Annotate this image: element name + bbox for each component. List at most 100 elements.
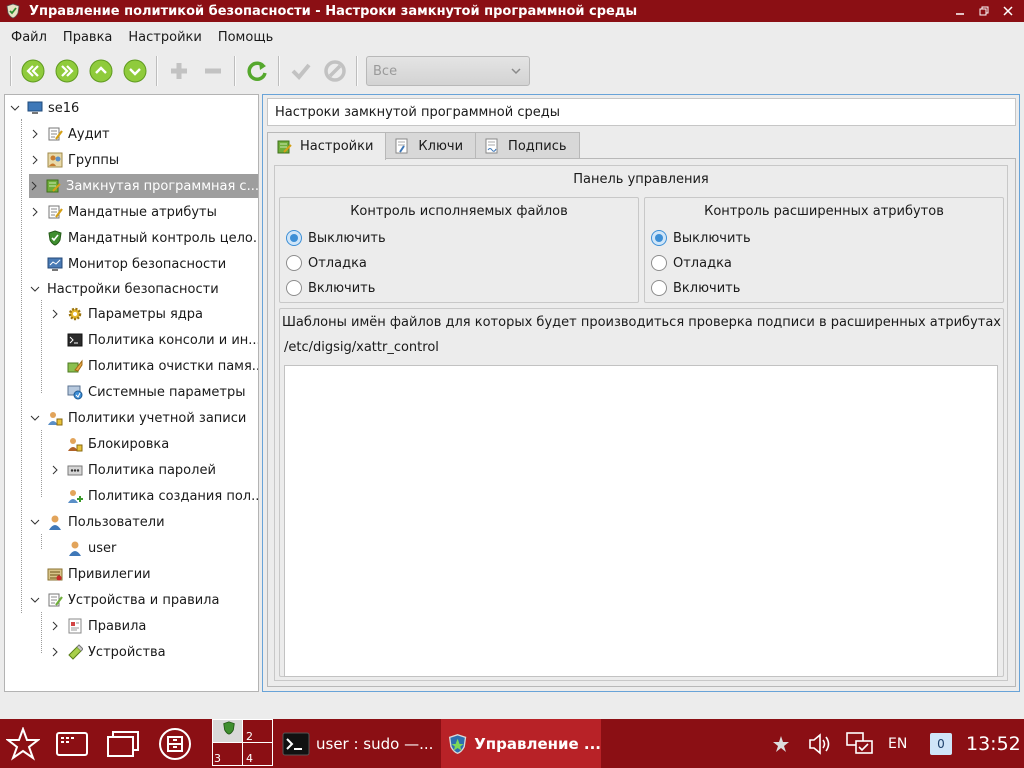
tree-node-audit[interactable]: Аудит xyxy=(29,122,258,146)
notifications-button[interactable]: 0 xyxy=(930,719,952,768)
tree-node-kernel-params[interactable]: Параметры ядра xyxy=(49,302,258,326)
collapse-arrow-icon[interactable] xyxy=(29,516,41,528)
apply-button[interactable] xyxy=(286,56,316,86)
network-button[interactable] xyxy=(846,719,876,768)
expand-arrow-icon[interactable] xyxy=(49,464,61,476)
file-manager-button[interactable] xyxy=(158,719,192,768)
keyboard-layout-indicator[interactable]: EN xyxy=(888,719,907,768)
remove-button[interactable] xyxy=(198,56,228,86)
minimize-button[interactable] xyxy=(948,1,972,21)
add-button[interactable] xyxy=(164,56,194,86)
favorites-button[interactable] xyxy=(772,719,790,768)
expand-arrow-icon[interactable] xyxy=(49,646,61,658)
tree-node-security-settings[interactable]: Настройки безопасности xyxy=(29,277,258,301)
expand-arrow-icon[interactable] xyxy=(29,206,41,218)
tree-node-console-policy[interactable]: Политика консоли и ин... xyxy=(67,328,258,352)
nav-first-button[interactable] xyxy=(18,56,48,86)
exec-debug-radio[interactable]: Отладка xyxy=(286,255,367,271)
tree-node-label: Привилегии xyxy=(68,566,151,582)
tree-node-closed-env[interactable]: Замкнутая программная с... xyxy=(29,174,258,198)
expand-arrow-icon[interactable] xyxy=(49,620,61,632)
notifications-count: 0 xyxy=(930,732,952,755)
cancel-button[interactable] xyxy=(320,56,350,86)
volume-icon xyxy=(809,732,830,755)
exec-off-radio[interactable]: Выключить xyxy=(286,230,386,246)
task-terminal[interactable]: user : sudo —... xyxy=(282,719,438,768)
tree-node-security-monitor[interactable]: Монитор безопасности xyxy=(47,252,258,276)
clock[interactable]: 13:52 xyxy=(966,719,1021,768)
exec-on-radio[interactable]: Включить xyxy=(286,280,375,296)
desktop-pager[interactable]: 2 3 4 xyxy=(212,719,274,768)
tree-node-label: Блокировка xyxy=(88,436,170,452)
collapse-arrow-icon[interactable] xyxy=(29,412,41,424)
volume-button[interactable] xyxy=(808,719,832,768)
desktop-2[interactable]: 2 xyxy=(242,719,273,743)
green-notepad-icon xyxy=(46,179,61,193)
nav-down-button[interactable] xyxy=(120,56,150,86)
down-arrow-icon xyxy=(123,59,147,83)
tree-node-users[interactable]: Пользователи xyxy=(29,510,258,534)
desktop-4[interactable]: 4 xyxy=(242,742,273,766)
refresh-button[interactable] xyxy=(242,56,272,86)
tab-settings[interactable]: Настройки xyxy=(267,132,387,160)
xattr-on-radio[interactable]: Включить xyxy=(651,280,740,296)
tree-node-mandatory-integrity[interactable]: Мандатный контроль цело... xyxy=(47,226,258,250)
menu-edit[interactable]: Правка xyxy=(56,30,121,45)
desktop-3[interactable]: 3 xyxy=(212,742,243,766)
tree-node-devices[interactable]: Устройства xyxy=(49,640,258,664)
task-security-policy[interactable]: Управление ... xyxy=(441,719,601,768)
xattr-off-radio[interactable]: Выключить xyxy=(651,230,751,246)
templates-textarea[interactable] xyxy=(284,365,998,677)
menu-settings[interactable]: Настройки xyxy=(121,30,210,45)
toolbar-separator xyxy=(278,56,280,86)
app-menu-button[interactable] xyxy=(56,719,90,768)
radio-button-checked[interactable] xyxy=(651,230,667,246)
show-windows-button[interactable] xyxy=(106,719,140,768)
tree-node-groups[interactable]: Группы xyxy=(29,148,258,172)
rules-document-icon xyxy=(68,618,82,634)
nav-up-button[interactable] xyxy=(86,56,116,86)
menu-file[interactable]: Файл xyxy=(4,30,56,45)
tree-node-label: Политика создания пол... xyxy=(88,488,259,504)
shield-icon xyxy=(48,230,62,246)
tree-node-memory-policy[interactable]: Политика очистки памя... xyxy=(67,354,258,378)
tree-node-label: Настройки безопасности xyxy=(47,281,219,297)
tree-node-creation-policy[interactable]: Политика создания пол... xyxy=(67,484,258,508)
collapse-arrow-icon[interactable] xyxy=(9,102,21,114)
tab-signature[interactable]: Подпись xyxy=(475,132,580,159)
tree-node-lockout[interactable]: Блокировка xyxy=(67,432,258,456)
chevron-down-icon xyxy=(511,68,521,75)
radio-button[interactable] xyxy=(651,255,667,271)
tab-keys[interactable]: Ключи xyxy=(385,132,477,159)
radio-button[interactable] xyxy=(286,255,302,271)
tree-node-account-policies[interactable]: Политики учетной записи xyxy=(29,406,258,430)
close-button[interactable] xyxy=(996,1,1020,21)
radio-button[interactable] xyxy=(651,280,667,296)
notepad-pencil-icon xyxy=(48,593,63,607)
tree-node-password-policy[interactable]: Политика паролей xyxy=(49,458,258,482)
expand-arrow-icon[interactable] xyxy=(49,308,61,320)
nav-last-button[interactable] xyxy=(52,56,82,86)
radio-button[interactable] xyxy=(286,280,302,296)
desktop-1[interactable] xyxy=(212,719,243,743)
tree-node-se16[interactable]: se16 xyxy=(9,96,258,120)
start-menu-button[interactable] xyxy=(6,719,42,768)
filter-combobox[interactable]: Все xyxy=(366,56,530,86)
terminal-icon xyxy=(67,333,83,347)
expand-arrow-icon[interactable] xyxy=(29,128,41,140)
restore-button[interactable] xyxy=(972,1,996,21)
tree-node-mandatory-attrs[interactable]: Мандатные атрибуты xyxy=(29,200,258,224)
xattr-debug-radio[interactable]: Отладка xyxy=(651,255,732,271)
tree-node-privileges[interactable]: Привилегии xyxy=(47,562,258,586)
expand-arrow-icon[interactable] xyxy=(29,154,41,166)
tree-node-user[interactable]: user xyxy=(67,536,258,560)
tree-node-system-params[interactable]: Системные параметры xyxy=(67,380,258,404)
tree-node-devices-rules[interactable]: Устройства и правила xyxy=(29,588,258,612)
expand-arrow-icon[interactable] xyxy=(29,180,39,192)
green-notepad-icon xyxy=(277,140,292,153)
menu-help[interactable]: Помощь xyxy=(211,30,282,45)
collapse-arrow-icon[interactable] xyxy=(29,283,41,295)
tree-node-rules[interactable]: Правила xyxy=(49,614,258,638)
collapse-arrow-icon[interactable] xyxy=(29,594,41,606)
radio-button-checked[interactable] xyxy=(286,230,302,246)
